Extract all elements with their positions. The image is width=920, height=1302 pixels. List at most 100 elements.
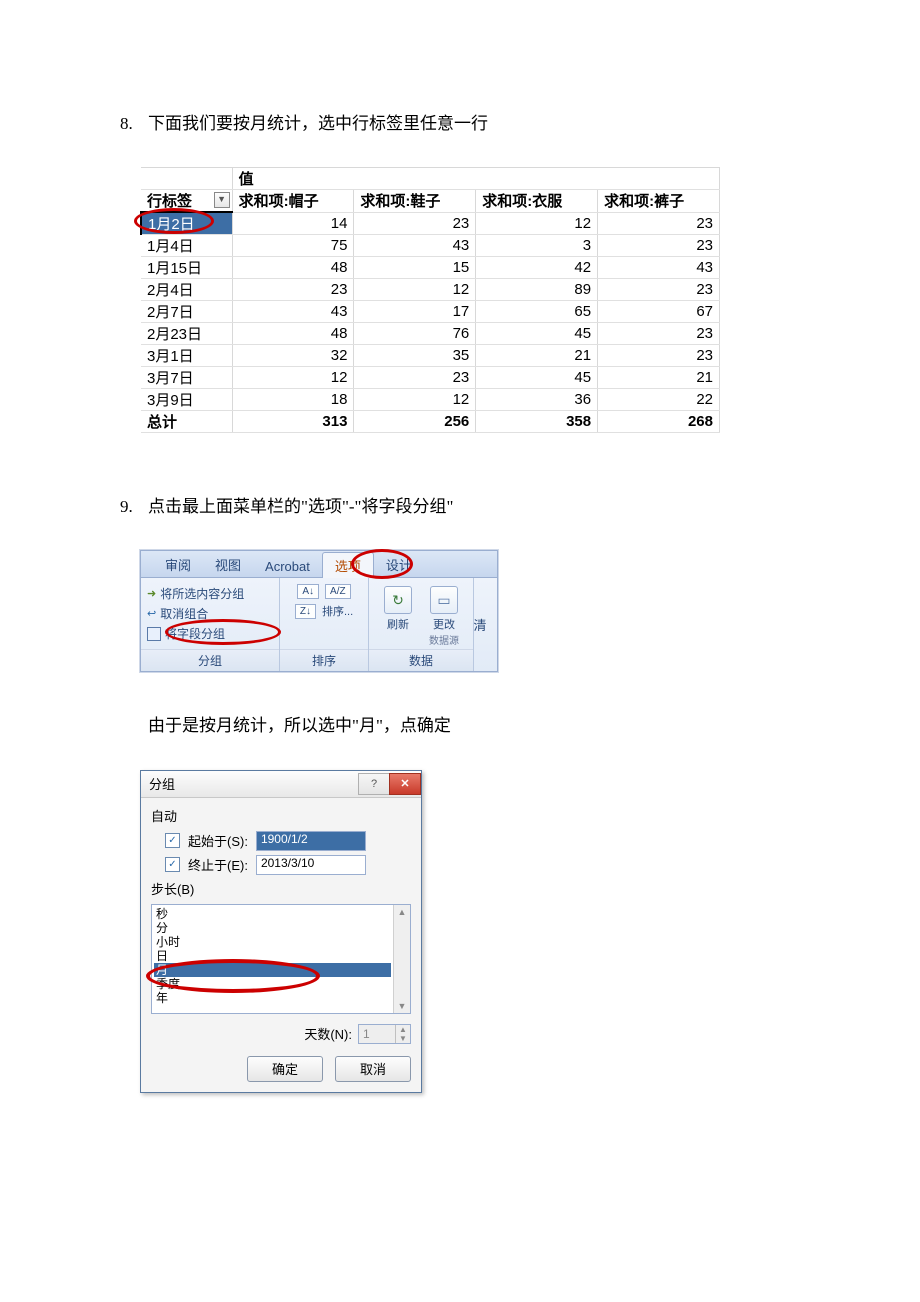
- pivot-value-cell[interactable]: 76: [354, 323, 476, 345]
- pivot-value-cell[interactable]: 22: [598, 389, 720, 411]
- dialog-help-button[interactable]: ?: [358, 773, 390, 795]
- spinner-down-icon[interactable]: ▼: [396, 1034, 410, 1043]
- step-listbox[interactable]: 秒分小时日月季度年 ▲▼: [151, 904, 411, 1014]
- pivot-value-cell[interactable]: 18: [232, 389, 354, 411]
- ribbon-more-icon: 清: [474, 615, 487, 634]
- table-row[interactable]: 2月23日48764523: [141, 323, 720, 345]
- auto-section-label: 自动: [151, 806, 411, 825]
- listbox-scrollbar[interactable]: ▲▼: [393, 905, 410, 1013]
- table-row[interactable]: 3月9日18123622: [141, 389, 720, 411]
- row-date-label[interactable]: 1月2日: [141, 212, 232, 235]
- pivot-value-cell[interactable]: 12: [476, 212, 598, 235]
- step-option[interactable]: 秒: [154, 907, 391, 921]
- pivot-value-cell[interactable]: 45: [476, 367, 598, 389]
- tab-options[interactable]: 选项: [322, 552, 374, 578]
- step-option[interactable]: 小时: [154, 935, 391, 949]
- step-option[interactable]: 年: [154, 991, 391, 1005]
- end-checkbox[interactable]: ✓: [165, 857, 180, 872]
- step-option[interactable]: 分: [154, 921, 391, 935]
- dialog-titlebar: 分组 ? ✕: [141, 771, 421, 798]
- datasource-icon: ▭: [430, 586, 458, 614]
- step-option[interactable]: 月: [154, 963, 391, 977]
- table-row[interactable]: 2月7日43176567: [141, 301, 720, 323]
- pivot-value-cell[interactable]: 43: [598, 257, 720, 279]
- step-option[interactable]: 日: [154, 949, 391, 963]
- row-date-label[interactable]: 3月9日: [141, 389, 232, 411]
- days-spinner[interactable]: 1 ▲▼: [358, 1024, 411, 1044]
- pivot-value-cell[interactable]: 75: [232, 235, 354, 257]
- ok-button[interactable]: 确定: [247, 1056, 323, 1082]
- pivot-value-cell[interactable]: 23: [232, 279, 354, 301]
- table-row[interactable]: 1月15日48154243: [141, 257, 720, 279]
- pivot-value-cell[interactable]: 14: [232, 212, 354, 235]
- pivot-value-cell[interactable]: 32: [232, 345, 354, 367]
- row-date-label[interactable]: 2月7日: [141, 301, 232, 323]
- pivot-value-cell[interactable]: 15: [354, 257, 476, 279]
- pivot-value-cell[interactable]: 36: [476, 389, 598, 411]
- refresh-icon: ↻: [384, 586, 412, 614]
- pivot-value-cell[interactable]: 17: [354, 301, 476, 323]
- days-label: 天数(N):: [304, 1024, 352, 1043]
- pivot-value-cell[interactable]: 23: [598, 345, 720, 367]
- pivot-value-cell[interactable]: 12: [354, 389, 476, 411]
- sort-dialog-button[interactable]: 排序...: [322, 603, 353, 619]
- row-date-label[interactable]: 1月4日: [141, 235, 232, 257]
- pivot-value-cell[interactable]: 23: [354, 212, 476, 235]
- change-datasource-button[interactable]: ▭ 更改 数据源: [423, 584, 465, 647]
- pivot-value-cell[interactable]: 12: [232, 367, 354, 389]
- spinner-up-icon[interactable]: ▲: [396, 1025, 410, 1034]
- pivot-value-cell[interactable]: 43: [232, 301, 354, 323]
- pivot-value-cell[interactable]: 23: [598, 279, 720, 301]
- col-header-2: 求和项:衣服: [476, 190, 598, 213]
- start-date-input[interactable]: 1900/1/2: [256, 831, 366, 851]
- row-date-label[interactable]: 2月4日: [141, 279, 232, 301]
- table-row[interactable]: 1月4日7543323: [141, 235, 720, 257]
- table-row[interactable]: 3月7日12234521: [141, 367, 720, 389]
- row-date-label[interactable]: 3月7日: [141, 367, 232, 389]
- step-option[interactable]: 季度: [154, 977, 391, 991]
- pivot-value-cell[interactable]: 3: [476, 235, 598, 257]
- pivot-value-cell[interactable]: 48: [232, 323, 354, 345]
- refresh-button[interactable]: ↻ 刷新: [377, 584, 419, 647]
- pivot-value-cell[interactable]: 35: [354, 345, 476, 367]
- tab-review[interactable]: 审阅: [153, 552, 203, 577]
- days-value: 1: [359, 1025, 395, 1043]
- start-label: 起始于(S):: [188, 831, 248, 850]
- row-date-label[interactable]: 1月15日: [141, 257, 232, 279]
- pivot-value-cell[interactable]: 23: [598, 212, 720, 235]
- end-date-input[interactable]: 2013/3/10: [256, 855, 366, 875]
- tab-view[interactable]: 视图: [203, 552, 253, 577]
- group-selection-button[interactable]: ➜将所选内容分组: [147, 584, 244, 604]
- pivot-value-cell[interactable]: 89: [476, 279, 598, 301]
- table-row[interactable]: 3月1日32352123: [141, 345, 720, 367]
- start-checkbox[interactable]: ✓: [165, 833, 180, 848]
- pivot-value-cell[interactable]: 43: [354, 235, 476, 257]
- pivot-value-cell[interactable]: 12: [354, 279, 476, 301]
- pivot-value-cell[interactable]: 48: [232, 257, 354, 279]
- cancel-button[interactable]: 取消: [335, 1056, 411, 1082]
- tab-design[interactable]: 设计: [374, 552, 424, 577]
- row-date-label[interactable]: 3月1日: [141, 345, 232, 367]
- pivot-value-cell[interactable]: 65: [476, 301, 598, 323]
- pivot-value-cell[interactable]: 23: [598, 235, 720, 257]
- pivot-value-cell[interactable]: 21: [476, 345, 598, 367]
- sort-az-button[interactable]: A↓: [297, 584, 319, 599]
- sort-za-button[interactable]: Z↓: [295, 604, 316, 619]
- row-date-label[interactable]: 2月23日: [141, 323, 232, 345]
- pivot-value-cell[interactable]: 23: [354, 367, 476, 389]
- table-row[interactable]: 2月4日23128923: [141, 279, 720, 301]
- row-label-filter-dropdown[interactable]: ▼: [214, 192, 230, 208]
- sort-za-split-button[interactable]: A/Z: [325, 584, 351, 599]
- pivot-value-cell[interactable]: 67: [598, 301, 720, 323]
- pivot-value-cell[interactable]: 23: [598, 323, 720, 345]
- pivot-value-cell[interactable]: 42: [476, 257, 598, 279]
- dialog-close-button[interactable]: ✕: [389, 773, 421, 795]
- pivot-value-cell[interactable]: 45: [476, 323, 598, 345]
- ungroup-button[interactable]: ↩取消组合: [147, 604, 244, 624]
- table-row[interactable]: 1月2日14231223: [141, 212, 720, 235]
- group-field-button[interactable]: 将字段分组: [147, 624, 244, 644]
- col-header-3: 求和项:裤子: [598, 190, 720, 213]
- col-header-0: 求和项:帽子: [232, 190, 354, 213]
- tab-acrobat[interactable]: Acrobat: [253, 556, 322, 577]
- pivot-value-cell[interactable]: 21: [598, 367, 720, 389]
